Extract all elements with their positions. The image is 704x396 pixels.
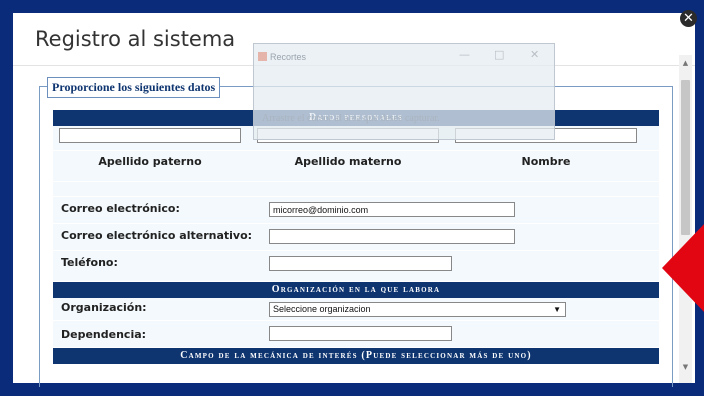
section-header-interest: Campo de la mecánica de interés (Puede s… <box>53 348 659 364</box>
alt-email-field[interactable] <box>269 229 515 244</box>
organization-selected-value: Seleccione organizacion <box>273 304 371 314</box>
scissors-icon <box>258 52 267 61</box>
chevron-down-icon: ▼ <box>553 305 561 314</box>
apellido-paterno-input[interactable] <box>59 128 241 143</box>
organization-select[interactable]: Seleccione organizacion ▼ <box>269 302 566 317</box>
dependencia-row: Dependencia: <box>53 321 659 348</box>
minimize-icon[interactable]: — <box>459 48 470 61</box>
email-label: Correo electrónico: <box>61 202 180 215</box>
close-icon[interactable]: ✕ <box>680 10 697 27</box>
snipping-tool-title: Recortes <box>270 52 307 62</box>
registration-form: Datos personales Apellido paterno Apelli… <box>53 110 659 364</box>
maximize-icon[interactable]: □ <box>494 48 504 61</box>
spacer-row <box>53 182 659 197</box>
name-labels-row: Apellido paterno Apellido materno Nombre <box>53 151 659 182</box>
phone-row: Teléfono: <box>53 251 659 282</box>
snipping-tool-hint: Arrastre el cursor al área que desee cap… <box>262 113 440 124</box>
alt-email-label: Correo electrónico alternativo: <box>61 229 253 242</box>
dependencia-label: Dependencia: <box>61 328 147 341</box>
phone-field[interactable] <box>269 256 452 271</box>
scroll-thumb[interactable] <box>681 80 690 235</box>
nombre-label: Nombre <box>521 155 571 168</box>
form-legend: Proporcione los siguientes datos <box>47 77 221 98</box>
dialog-scrollbar[interactable]: ▲ ▼ <box>679 55 692 383</box>
email-field[interactable]: micorreo@dominio.com <box>269 202 515 217</box>
organization-row: Organización: Seleccione organizacion ▼ <box>53 298 659 321</box>
registration-dialog: Registro al sistema Proporcione los sigu… <box>13 13 695 387</box>
apellido-materno-label: Apellido materno <box>294 155 402 168</box>
snip-close-icon[interactable]: ✕ <box>530 48 539 61</box>
snipping-tool-overlay: Recortes — □ ✕ Arrastre el cursor al áre… <box>253 43 555 140</box>
email-row: Correo electrónico: micorreo@dominio.com <box>53 197 659 224</box>
phone-label: Teléfono: <box>61 256 118 269</box>
alt-email-row: Correo electrónico alternativo: <box>53 224 659 251</box>
scroll-up-icon[interactable]: ▲ <box>679 59 692 67</box>
apellido-paterno-label: Apellido paterno <box>98 155 202 168</box>
organization-label: Organización: <box>61 301 147 314</box>
section-header-organization: Organización en la que labora <box>53 282 659 298</box>
scroll-down-icon[interactable]: ▼ <box>679 363 692 371</box>
dependencia-field[interactable] <box>269 326 452 341</box>
red-arrow-annotation <box>662 222 704 314</box>
dialog-title: Registro al sistema <box>35 27 236 51</box>
